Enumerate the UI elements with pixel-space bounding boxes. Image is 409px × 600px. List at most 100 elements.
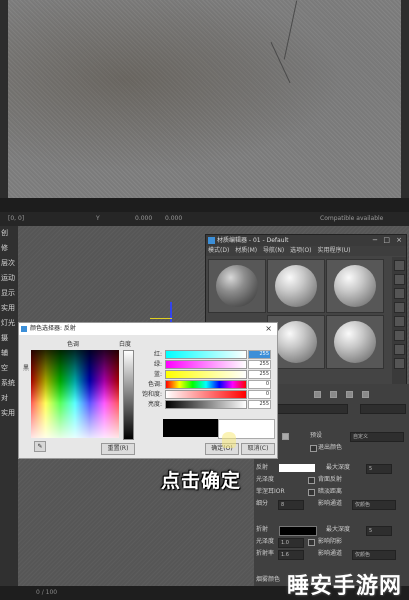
command-item[interactable]: 修 [0, 241, 18, 256]
refract-color-swatch[interactable] [279, 526, 317, 536]
command-item[interactable]: 灯光 [0, 316, 18, 331]
assign-material-icon[interactable] [346, 391, 353, 398]
color-channel-value[interactable]: 255 [248, 360, 271, 369]
refract-max-depth-spinner[interactable]: 5 [366, 526, 392, 536]
reset-button[interactable]: 重置(R) [101, 443, 135, 455]
material-editor-title: 材质编辑器 - 01 - Default [217, 237, 289, 244]
command-item[interactable]: 空 [0, 361, 18, 376]
blackness-label: 黑 [23, 365, 30, 372]
close-button[interactable]: × [265, 323, 272, 335]
refract-gloss-label: 光泽度 [256, 538, 275, 545]
color-channel-slider[interactable] [165, 400, 247, 409]
command-item[interactable]: 实用 [0, 406, 18, 421]
options-icon[interactable] [393, 344, 405, 355]
close-button[interactable]: × [396, 235, 402, 246]
color-selector-titlebar[interactable]: 颜色选择器: 反射 × [19, 323, 277, 335]
viewport-toolbar: [0, 0] Y 0.000 0.000 Compatible availabl… [0, 212, 409, 226]
reflect-row: 反射 最大深度 5 [254, 462, 409, 474]
material-slot[interactable] [208, 259, 266, 313]
reflect-color-swatch[interactable] [279, 464, 315, 472]
preset-dropdown[interactable]: 自定义 [350, 432, 404, 442]
put-material-icon[interactable] [330, 391, 337, 398]
color-channel-slider[interactable] [165, 350, 247, 359]
material-sphere [275, 321, 317, 363]
background-icon[interactable] [393, 288, 405, 299]
menu-utilities[interactable]: 实用程序(U) [317, 247, 350, 254]
app-logo-icon [21, 326, 27, 332]
color-channel-value[interactable]: 255 [248, 400, 271, 409]
exit-color-checkbox[interactable] [310, 445, 317, 452]
color-channel-value[interactable]: 255 [248, 350, 271, 359]
max-depth-spinner[interactable]: 5 [366, 464, 392, 474]
reflect-label: 反射 [256, 464, 269, 471]
viewport-label[interactable]: [0, 0] [8, 215, 24, 222]
material-slot[interactable] [326, 259, 384, 313]
cancel-button[interactable]: 取消(C) [241, 443, 275, 455]
material-slot[interactable] [326, 315, 384, 369]
color-channel-slider[interactable] [165, 390, 247, 399]
coord-x[interactable]: 0.000 [135, 215, 152, 222]
make-preview-icon[interactable] [393, 330, 405, 341]
frame-counter[interactable]: 0 / 100 [36, 589, 57, 596]
affect-channels-label: 影响通道 [318, 500, 343, 507]
toolbar-status: Compatible available [320, 215, 384, 222]
command-item[interactable]: 运动 [0, 271, 18, 286]
command-item[interactable]: 创 [0, 226, 18, 241]
gizmo-z-axis[interactable] [170, 302, 172, 322]
material-name-field[interactable] [276, 404, 348, 414]
affect-shadows-checkbox[interactable] [308, 539, 315, 546]
color-channel-label: 亮度: [147, 401, 162, 408]
command-item[interactable]: 层次 [0, 256, 18, 271]
reset-map-icon[interactable] [362, 391, 369, 398]
color-channel-slider[interactable] [165, 380, 247, 389]
color-channel-value[interactable]: 255 [248, 370, 271, 379]
command-item[interactable]: 显示 [0, 286, 18, 301]
refract-gloss-spinner[interactable]: 1.0 [278, 538, 304, 548]
diffuse-swatch[interactable] [282, 433, 289, 440]
eyedropper-icon[interactable]: ✎ [34, 441, 46, 452]
maximize-button[interactable]: □ [383, 235, 390, 246]
gizmo-y-axis[interactable] [150, 318, 172, 319]
coord-y[interactable]: 0.000 [165, 215, 182, 222]
color-channel-slider[interactable] [165, 360, 247, 369]
material-slot[interactable] [267, 259, 325, 313]
material-editor-menubar: 模式(D) 材质(M) 导航(N) 选项(O) 实用程序(U) [206, 246, 406, 256]
subdiv-spinner[interactable]: 8 [278, 500, 304, 510]
command-item[interactable]: 实用 [0, 301, 18, 316]
dim-distance-label: 暗淡距离 [318, 488, 343, 495]
axis-field[interactable]: Y [96, 215, 100, 222]
gloss-row: 光泽度 背面反射 [254, 474, 409, 486]
command-item[interactable]: 辅 [0, 346, 18, 361]
fresnel-label: 菲涅耳IOR [256, 488, 285, 495]
color-selector-title: 颜色选择器: 反射 [30, 325, 76, 332]
menu-material[interactable]: 材质(M) [235, 247, 257, 254]
uv-tiling-icon[interactable] [393, 302, 405, 313]
color-channel-value[interactable]: 0 [248, 390, 271, 399]
refract-row: 折射 最大深度 5 [254, 524, 409, 536]
refract-affect-channels-dropdown[interactable]: 仅颜色 [352, 550, 396, 560]
menu-mode[interactable]: 模式(D) [208, 247, 229, 254]
color-channel-slider[interactable] [165, 370, 247, 379]
select-by-material-icon[interactable] [393, 358, 405, 369]
sample-type-icon[interactable] [393, 260, 405, 271]
video-check-icon[interactable] [393, 316, 405, 327]
back-reflect-checkbox[interactable] [308, 477, 315, 484]
material-type-button[interactable] [360, 404, 406, 414]
color-channel-value[interactable]: 0 [248, 380, 271, 389]
menu-navigation[interactable]: 导航(N) [263, 247, 284, 254]
subdiv-row: 细分 8 影响通道 仅颜色 [254, 498, 409, 510]
menu-options[interactable]: 选项(O) [290, 247, 311, 254]
material-editor-titlebar[interactable]: 材质编辑器 - 01 - Default − □ × [206, 235, 406, 246]
minimize-button[interactable]: − [372, 235, 378, 246]
ior-spinner[interactable]: 1.6 [278, 550, 304, 560]
dim-distance-checkbox[interactable] [308, 489, 315, 496]
get-material-icon[interactable] [314, 391, 321, 398]
backlight-icon[interactable] [393, 274, 405, 285]
command-item[interactable]: 摄 [0, 331, 18, 346]
command-item[interactable]: 对 [0, 391, 18, 406]
affect-channels-dropdown[interactable]: 仅颜色 [352, 500, 396, 510]
hue-saturation-picker[interactable] [31, 350, 119, 438]
preset-label: 预设 [310, 432, 323, 439]
color-channel-label: 色调: [147, 381, 162, 388]
command-item[interactable]: 系统 [0, 376, 18, 391]
